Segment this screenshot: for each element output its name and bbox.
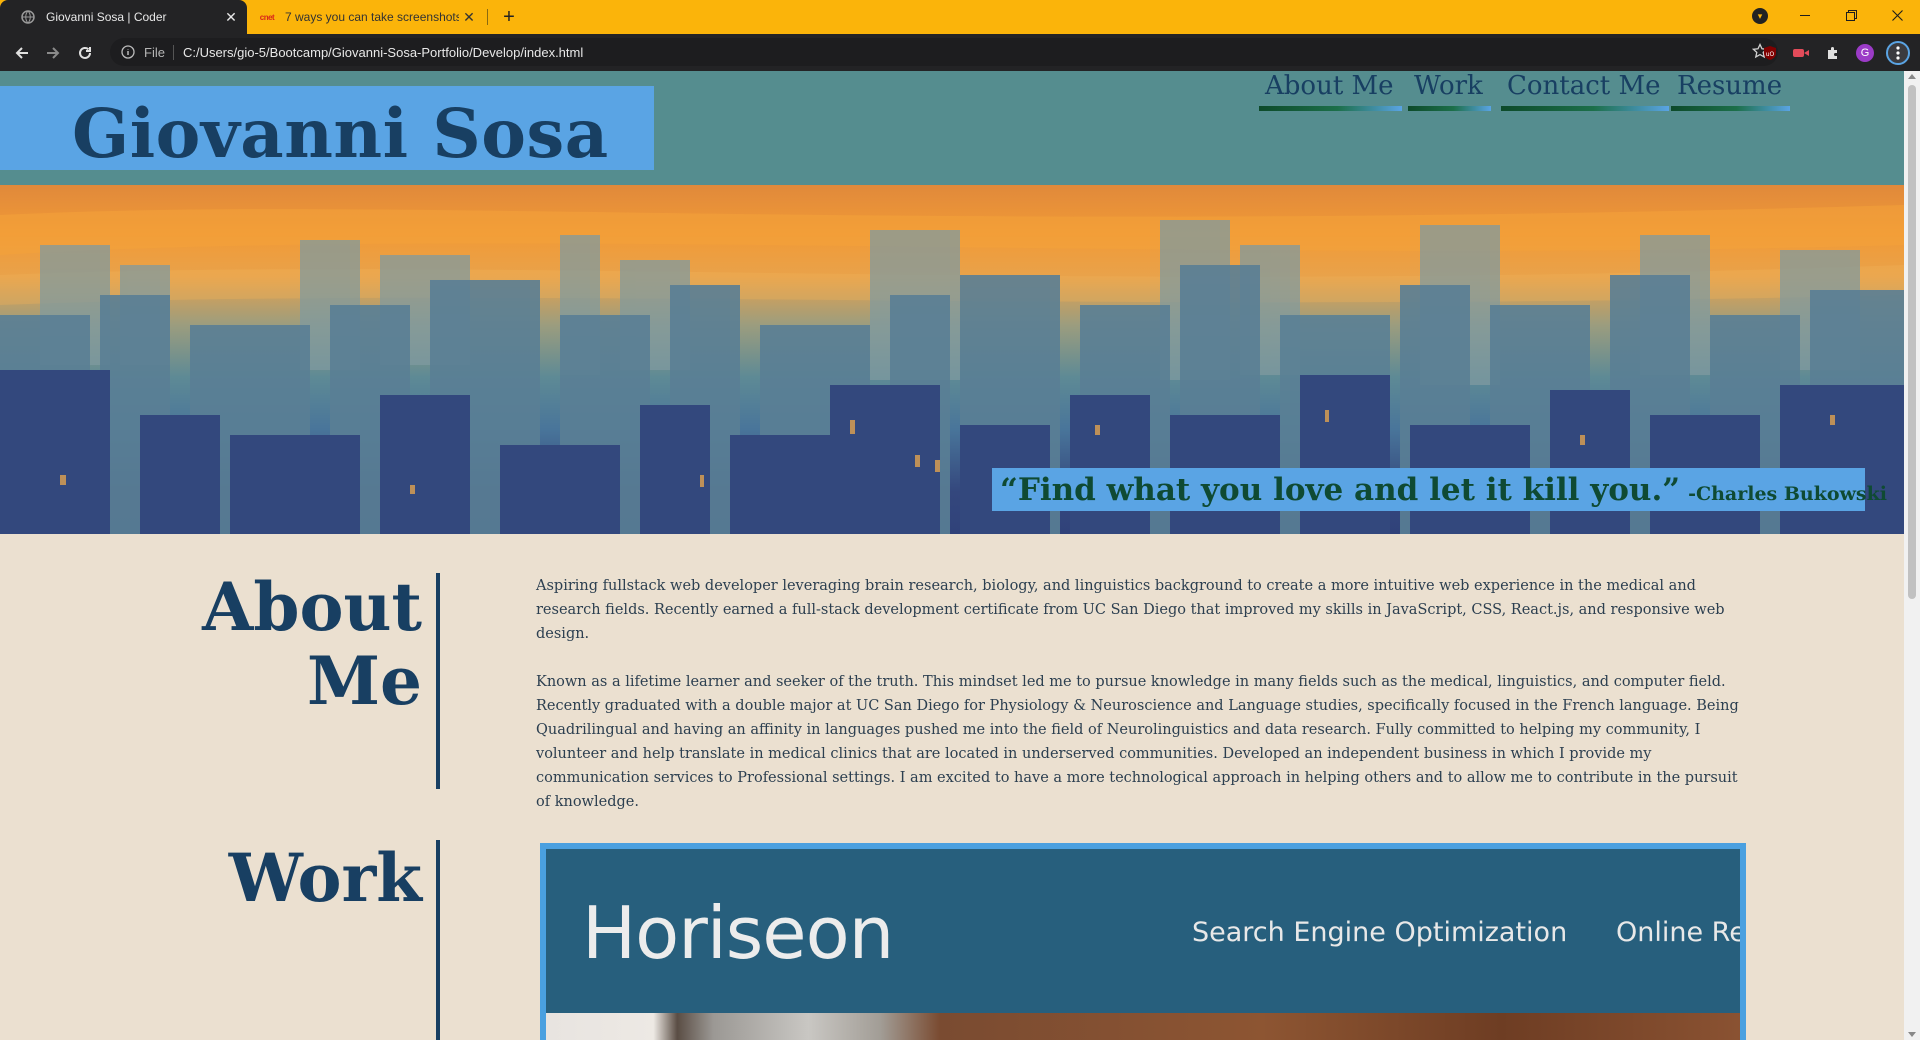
tab-cnet[interactable]: cnet 7 ways you can take screenshots ✕ — [249, 0, 485, 34]
about-title-line2: Me — [306, 642, 422, 720]
about-title-line1: About — [202, 568, 422, 646]
project-nav-item: Search Engine Optimization — [1192, 917, 1568, 948]
url-scheme: File — [144, 44, 174, 60]
about-paragraph: Known as a lifetime learner and seeker o… — [536, 674, 1739, 810]
page-scrollbar[interactable] — [1904, 71, 1920, 1040]
minimize-button[interactable] — [1782, 0, 1828, 30]
tab-portfolio[interactable]: Giovanni Sosa | Coder ✕ — [0, 0, 247, 34]
close-tab-icon[interactable]: ✕ — [221, 7, 241, 27]
about-body: Aspiring fullstack web developer leverag… — [536, 574, 1746, 838]
about-title: About Me — [170, 570, 422, 718]
cnet-icon: cnet — [259, 12, 275, 22]
tab-title: Giovanni Sosa | Coder — [46, 10, 167, 24]
about-paragraph: Aspiring fullstack web developer leverag… — [536, 578, 1725, 642]
profile-avatar[interactable]: G — [1856, 44, 1874, 62]
about-divider — [436, 573, 440, 789]
project-logo: Horiseon — [582, 891, 894, 975]
address-bar[interactable]: File C:/Users/gio-5/Bootcamp/Giovanni-So… — [110, 38, 1778, 66]
nav-about-me[interactable]: About Me — [1259, 71, 1402, 111]
forward-arrow-icon[interactable] — [40, 40, 66, 66]
new-tab-button[interactable]: + — [497, 5, 521, 29]
site-logo[interactable]: Giovanni Sosa — [72, 94, 609, 173]
quote-text: “Find what you love and let it kill you.… — [1000, 471, 1681, 508]
close-tab-icon[interactable]: ✕ — [459, 7, 479, 27]
scroll-down-arrow-icon[interactable] — [1908, 1032, 1916, 1037]
tab-strip: Giovanni Sosa | Coder ✕ cnet 7 ways you … — [0, 0, 1920, 34]
recorder-extension-icon[interactable] — [1792, 44, 1810, 62]
menu-kebab-icon[interactable] — [1886, 41, 1910, 65]
scrollbar-thumb[interactable] — [1908, 85, 1916, 599]
url-text[interactable]: C:/Users/gio-5/Bootcamp/Giovanni-Sosa-Po… — [183, 45, 583, 60]
work-divider — [436, 840, 440, 1040]
project-nav-item: Online Re — [1616, 917, 1746, 948]
quote-author: -Charles Bukowski — [1688, 482, 1887, 505]
hero-banner: “Find what you love and let it kill you.… — [0, 185, 1904, 534]
back-arrow-icon[interactable] — [9, 40, 35, 66]
extensions-puzzle-icon[interactable] — [1824, 44, 1842, 62]
browser-toolbar: File C:/Users/gio-5/Bootcamp/Giovanni-So… — [0, 34, 1920, 71]
hero-quote: “Find what you love and let it kill you.… — [992, 468, 1887, 511]
tab-separator — [487, 9, 488, 25]
ublock-extension-icon[interactable]: uO — [1761, 44, 1779, 62]
info-icon[interactable] — [120, 44, 136, 60]
page-viewport: Giovanni Sosa About Me Work Contact Me R… — [0, 71, 1904, 1040]
project-card-horiseon[interactable]: Horiseon Search Engine Optimization Onli… — [540, 843, 1746, 1040]
site-header: Giovanni Sosa About Me Work Contact Me R… — [0, 71, 1904, 185]
globe-icon — [20, 9, 36, 25]
scroll-up-arrow-icon[interactable] — [1908, 74, 1916, 79]
nav-work[interactable]: Work — [1408, 71, 1491, 111]
restore-button[interactable] — [1828, 0, 1874, 30]
nav-resume[interactable]: Resume — [1670, 71, 1791, 111]
logo-box: Giovanni Sosa — [0, 86, 654, 173]
nav-contact-me[interactable]: Contact Me — [1501, 71, 1669, 111]
tab-search-icon[interactable]: ▾ — [1752, 8, 1768, 24]
reload-icon[interactable] — [72, 40, 98, 66]
close-window-button[interactable] — [1874, 0, 1920, 30]
svg-text:uO: uO — [1766, 51, 1775, 58]
work-title: Work — [228, 839, 422, 917]
tab-title: 7 ways you can take screenshots — [285, 10, 459, 24]
project-screenshot-photo — [546, 1013, 1740, 1040]
